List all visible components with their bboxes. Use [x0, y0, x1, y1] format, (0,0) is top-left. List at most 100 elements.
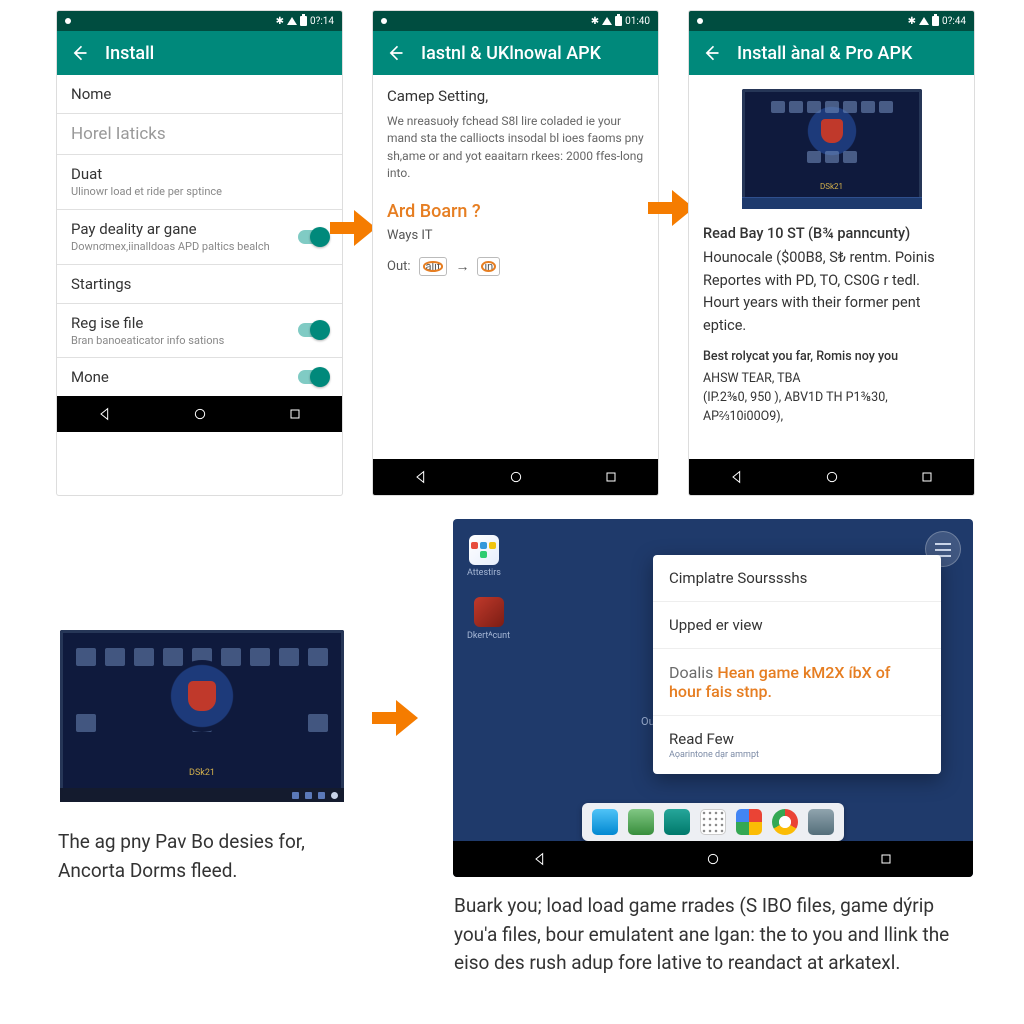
toolbar-title: Install	[105, 43, 154, 64]
status-time: 01:40	[625, 16, 650, 27]
status-dot-icon	[381, 18, 387, 24]
nav-home-icon[interactable]	[824, 469, 840, 485]
settings-row[interactable]: Pay deality ar gane Downơmex,iinalldoas …	[57, 210, 342, 265]
android-navbar	[373, 459, 658, 495]
desktop-icon-label: Attestirs	[467, 568, 501, 578]
crest-icon	[804, 103, 860, 159]
bluetooth-icon: ✱	[908, 16, 916, 27]
option-pill[interactable]: in	[477, 257, 500, 276]
context-menu-item[interactable]: Cimplatre Sourssshs	[653, 555, 941, 602]
option-pill[interactable]: alit	[419, 257, 448, 276]
nav-recent-icon[interactable]	[603, 469, 619, 485]
flow-arrow-icon	[330, 210, 376, 246]
nav-home-icon[interactable]	[192, 406, 208, 422]
android-navbar	[57, 396, 342, 432]
ways-label: Ways IT	[387, 228, 644, 243]
settings-description: Camep Setting, We nreasuoły fchead S8l l…	[373, 75, 658, 288]
context-menu-item[interactable]: Upped er view	[653, 602, 941, 649]
nav-home-icon[interactable]	[705, 851, 721, 867]
context-menu-item-active[interactable]: Doalis Hean game kM2X íbX of hour fais s…	[653, 649, 941, 716]
settings-row[interactable]: Mone	[57, 358, 342, 396]
question-heading: Ard Boarn ?	[387, 201, 644, 222]
app-toolbar: Iastnl & UKlnowal APK	[373, 31, 658, 75]
video-thumbnail-large[interactable]: DSk21	[60, 630, 344, 802]
out-row: Out: alit → in	[387, 257, 644, 276]
android-navbar	[689, 459, 974, 495]
body-heading: Read Bay 10 ST (B¾ panncunty)	[703, 223, 960, 245]
video-preview-block: DSk21	[689, 75, 974, 223]
desktop-app-icon[interactable]: Dkertᴬcunt	[467, 597, 510, 641]
crest-icon	[166, 660, 238, 732]
back-arrow-icon[interactable]	[69, 43, 89, 63]
status-time: 0?:14	[310, 16, 334, 27]
settings-row[interactable]: Reg ise file Bran banoeaticator info sat…	[57, 304, 342, 359]
nav-recent-icon[interactable]	[878, 851, 894, 867]
tablet-screenshot: Attestirs Dkertᴬcunt Out Cimplatre Sours…	[453, 519, 973, 877]
chevron-right-icon: →	[455, 258, 469, 275]
app-drawer-icon[interactable]	[700, 809, 726, 835]
dock-app-icon[interactable]	[736, 809, 762, 835]
context-menu: Cimplatre Sourssshs Upped er view Doalis…	[653, 555, 941, 774]
nav-home-icon[interactable]	[508, 469, 524, 485]
status-bar: ✱ 0?:14	[57, 11, 342, 31]
nav-back-icon[interactable]	[729, 469, 745, 485]
nav-back-icon[interactable]	[413, 469, 429, 485]
wifi-icon	[602, 17, 612, 25]
flow-arrow-icon	[372, 700, 418, 736]
chrome-icon[interactable]	[772, 809, 798, 835]
desktop-app-icon[interactable]: Attestirs	[467, 535, 501, 578]
wifi-icon	[287, 17, 297, 25]
nav-back-icon[interactable]	[97, 406, 113, 422]
toggle-switch[interactable]	[298, 323, 328, 337]
video-progress-bar[interactable]	[742, 197, 922, 209]
app-toolbar: Install	[57, 31, 342, 75]
nav-recent-icon[interactable]	[919, 469, 935, 485]
phone-screenshot-2: ✱ 01:40 Iastnl & UKlnowal APK Camep Sett…	[373, 11, 658, 495]
settings-row[interactable]: Duat Ulinowr load et ride per sptince	[57, 155, 342, 210]
toolbar-title: Iastnl & UKlnowal APK	[421, 43, 601, 64]
wifi-icon	[919, 17, 929, 25]
desktop-icon-label: Dkertᴬcunt	[467, 630, 510, 641]
body-subheading: Best rolycat you far, Romis noy you	[703, 347, 960, 366]
app-toolbar: Install ànal & Pro APK	[689, 31, 974, 75]
phone-screenshot-3: ✱ 0?:44 Install ànal & Pro APK DSk21 Rea…	[689, 11, 974, 495]
body-paragraph: Hounocale ($00B8, S₺ rentm. Poinis Repor…	[703, 249, 935, 333]
status-bar: ✱ 0?:44	[689, 11, 974, 31]
caption-text: Buark you; load load game rrades (S IBO …	[454, 892, 974, 978]
dock-app-icon[interactable]	[592, 809, 618, 835]
context-menu-item[interactable]: Read Few Aọarintone dạr ammpt	[653, 716, 941, 774]
back-arrow-icon[interactable]	[701, 43, 721, 63]
video-caption: DSk21	[820, 182, 843, 191]
nav-recent-icon[interactable]	[287, 406, 303, 422]
camera-icon[interactable]	[808, 809, 834, 835]
settings-row[interactable]: Startings	[57, 265, 342, 304]
status-time: 0?:44	[942, 16, 966, 27]
status-dot-icon	[65, 18, 71, 24]
settings-row[interactable]: Horel Iaticks	[57, 114, 342, 155]
toggle-switch[interactable]	[298, 370, 328, 384]
video-thumbnail[interactable]: DSk21	[742, 89, 922, 209]
android-navbar	[453, 841, 973, 877]
setting-description-text: We nreasuoły fchead S8l lire coladed ie …	[387, 113, 644, 183]
nav-back-icon[interactable]	[532, 851, 548, 867]
settings-row[interactable]: Nome	[57, 75, 342, 114]
dock-app-icon[interactable]	[664, 809, 690, 835]
taskbar	[60, 788, 344, 802]
article-body: Read Bay 10 ST (B¾ panncunty) Hounocale …	[689, 223, 974, 427]
battery-icon	[615, 16, 622, 26]
dock-app-icon[interactable]	[628, 809, 654, 835]
toggle-switch[interactable]	[298, 230, 328, 244]
caption-text: The ag pny Pav Bo desies for, Ancorta Do…	[58, 828, 358, 885]
bluetooth-icon: ✱	[276, 16, 284, 27]
flow-arrow-icon	[648, 190, 694, 226]
out-label: Out:	[387, 259, 411, 274]
thumb-caption: DSk21	[60, 768, 344, 778]
settings-list: Nome Horel Iaticks Duat Ulinowr load et …	[57, 75, 342, 396]
app-dock	[582, 803, 844, 841]
battery-icon	[300, 16, 307, 26]
bluetooth-icon: ✱	[591, 16, 599, 27]
status-dot-icon	[697, 18, 703, 24]
back-arrow-icon[interactable]	[385, 43, 405, 63]
setting-label: Camep Setting,	[387, 87, 488, 105]
toolbar-title: Install ànal & Pro APK	[737, 43, 912, 64]
